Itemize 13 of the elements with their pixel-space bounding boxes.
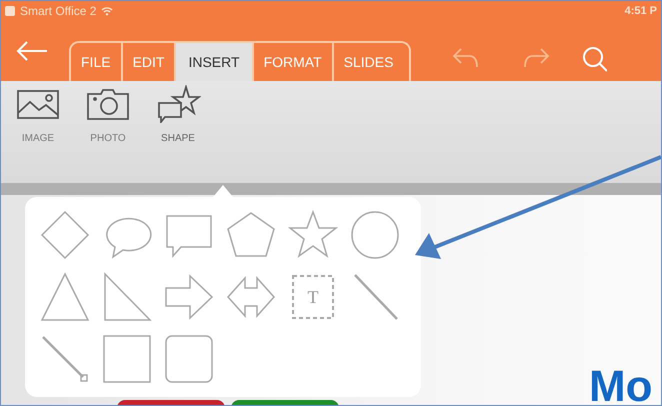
ribbon-button[interactable]: PHOTO xyxy=(85,85,131,144)
app-icon xyxy=(5,6,15,16)
clock: 4:51 P xyxy=(624,5,657,17)
ribbon-button[interactable]: IMAGE xyxy=(15,85,61,144)
app-name: Smart Office 2 xyxy=(20,4,96,18)
ribbon-button[interactable]: SHAPE xyxy=(155,85,201,144)
wifi-icon xyxy=(101,6,114,16)
shapes-icon xyxy=(155,85,201,123)
search-icon[interactable] xyxy=(581,45,608,73)
slide-title: Mo xyxy=(589,365,653,405)
back-icon[interactable] xyxy=(15,40,49,62)
tab[interactable]: FILE xyxy=(71,43,123,81)
tab[interactable]: INSERT xyxy=(176,43,254,81)
